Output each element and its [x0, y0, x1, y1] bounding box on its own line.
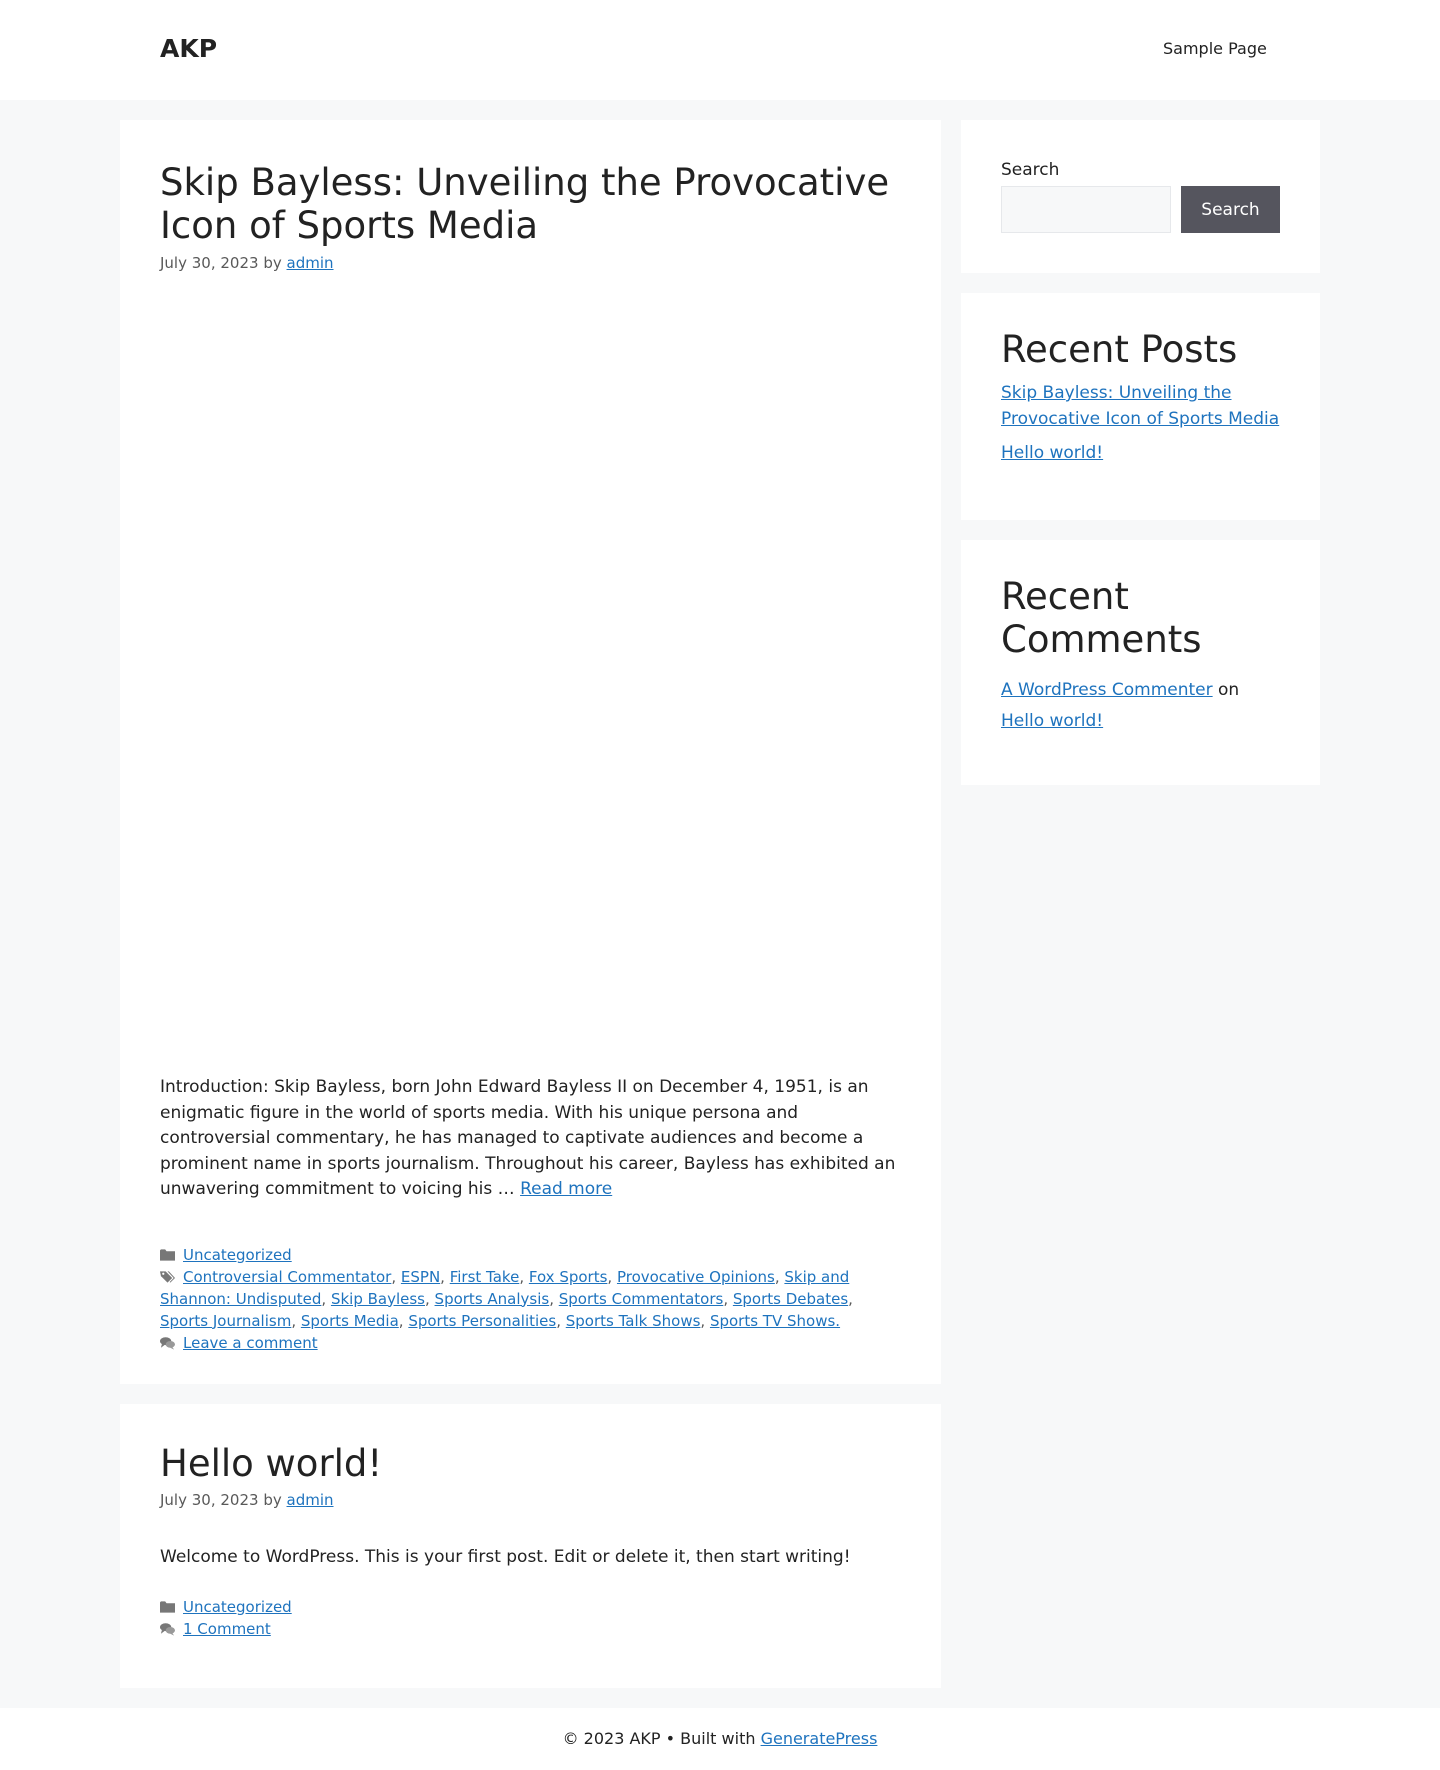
- post-title-text: Skip Bayless: Unveiling the Provocative …: [160, 161, 890, 247]
- search-form: Search: [1001, 186, 1280, 233]
- post-footer-meta: Uncategorized Controversial Commentator,…: [160, 1244, 901, 1354]
- recent-posts-widget: Recent Posts Skip Bayless: Unveiling the…: [961, 293, 1320, 520]
- commenter-link[interactable]: A WordPress Commenter: [1001, 680, 1213, 700]
- leave-comment-link[interactable]: Leave a comment: [183, 1334, 318, 1352]
- category-link[interactable]: Uncategorized: [183, 1246, 292, 1264]
- tag-link[interactable]: Controversial Commentator: [183, 1268, 391, 1286]
- read-more-link[interactable]: Read more: [520, 1179, 612, 1199]
- post-by: by: [263, 1491, 282, 1509]
- featured-image-area: [160, 274, 901, 1075]
- comment-icon: [160, 1622, 175, 1636]
- post-date: July 30, 2023: [160, 1491, 259, 1509]
- search-button[interactable]: Search: [1181, 186, 1280, 233]
- on-text: on: [1218, 680, 1240, 700]
- search-widget: Search Search: [961, 120, 1320, 273]
- comments-row: 1 Comment: [160, 1618, 901, 1640]
- tag-icon: [160, 1270, 175, 1284]
- main-nav: Sample Page: [1163, 38, 1267, 60]
- tag-link[interactable]: Sports Media: [301, 1312, 399, 1330]
- post-title: Hello world!: [160, 1442, 901, 1485]
- tag-link[interactable]: ESPN: [401, 1268, 440, 1286]
- footer-copyright: © 2023 AKP • Built with: [562, 1729, 756, 1748]
- tag-link[interactable]: Fox Sports: [529, 1268, 608, 1286]
- post-summary: Welcome to WordPress. This is your first…: [160, 1547, 851, 1567]
- post-meta: July 30, 2023 by admin: [160, 1489, 901, 1511]
- search-input[interactable]: [1001, 186, 1171, 233]
- comment-post-link[interactable]: Hello world!: [1001, 711, 1103, 731]
- site-header: AKP Sample Page: [0, 0, 1440, 100]
- folder-icon: [160, 1600, 175, 1614]
- post-author-link[interactable]: admin: [287, 1491, 334, 1509]
- post-date: July 30, 2023: [160, 254, 259, 272]
- tag-link[interactable]: First Take: [450, 1268, 520, 1286]
- post-article: Hello world! July 30, 2023 by admin Welc…: [120, 1404, 941, 1688]
- tag-link[interactable]: Sports TV Shows.: [710, 1312, 840, 1330]
- post-title: Skip Bayless: Unveiling the Provocative …: [160, 161, 901, 247]
- comments-row: Leave a comment: [160, 1332, 901, 1354]
- search-label: Search: [1001, 160, 1060, 180]
- list-item: Hello world!: [1001, 440, 1280, 466]
- post-footer-meta: Uncategorized 1 Comment: [160, 1596, 901, 1640]
- post-by: by: [263, 254, 282, 272]
- tag-link[interactable]: Sports Analysis: [435, 1290, 550, 1308]
- recent-comments-list: A WordPress Commenter on Hello world!: [1001, 675, 1280, 737]
- post-article: Skip Bayless: Unveiling the Provocative …: [120, 120, 941, 1384]
- folder-icon: [160, 1248, 175, 1262]
- list-item: Skip Bayless: Unveiling the Provocative …: [1001, 380, 1280, 432]
- tag-link[interactable]: Sports Debates: [733, 1290, 848, 1308]
- recent-posts-title: Recent Posts: [1001, 328, 1238, 371]
- post-author-link[interactable]: admin: [287, 254, 334, 272]
- post-summary: Introduction: Skip Bayless, born John Ed…: [160, 1075, 901, 1203]
- recent-posts-list: Skip Bayless: Unveiling the Provocative …: [1001, 380, 1280, 466]
- post-title-text: Hello world!: [160, 1442, 383, 1485]
- recent-post-link[interactable]: Skip Bayless: Unveiling the Provocative …: [1001, 383, 1279, 429]
- tag-link[interactable]: Provocative Opinions: [617, 1268, 775, 1286]
- recent-comments-title: Recent Comments: [1001, 575, 1202, 661]
- category-row: Uncategorized: [160, 1244, 901, 1266]
- tag-link[interactable]: Sports Personalities: [408, 1312, 556, 1330]
- comments-count-link[interactable]: 1 Comment: [183, 1620, 271, 1638]
- recent-comments-widget: Recent Comments A WordPress Commenter on…: [961, 540, 1320, 785]
- list-item: A WordPress Commenter on Hello world!: [1001, 675, 1280, 737]
- tags-row: Controversial Commentator, ESPN, First T…: [160, 1267, 853, 1330]
- site-title[interactable]: AKP: [160, 34, 217, 64]
- category-link[interactable]: Uncategorized: [183, 1598, 292, 1616]
- tag-link[interactable]: Sports Commentators: [559, 1290, 724, 1308]
- tag-link[interactable]: Skip Bayless: [331, 1290, 425, 1308]
- category-row: Uncategorized: [160, 1596, 901, 1618]
- post-meta: July 30, 2023 by admin: [160, 252, 901, 274]
- tag-link[interactable]: Sports Journalism: [160, 1312, 291, 1330]
- site-footer: © 2023 AKP • Built with GeneratePress: [0, 1708, 1440, 1770]
- tag-link[interactable]: Sports Talk Shows: [566, 1312, 701, 1330]
- recent-post-link[interactable]: Hello world!: [1001, 443, 1103, 463]
- nav-item-sample-page[interactable]: Sample Page: [1163, 39, 1267, 58]
- generatepress-link[interactable]: GeneratePress: [761, 1729, 878, 1748]
- comment-icon: [160, 1336, 175, 1350]
